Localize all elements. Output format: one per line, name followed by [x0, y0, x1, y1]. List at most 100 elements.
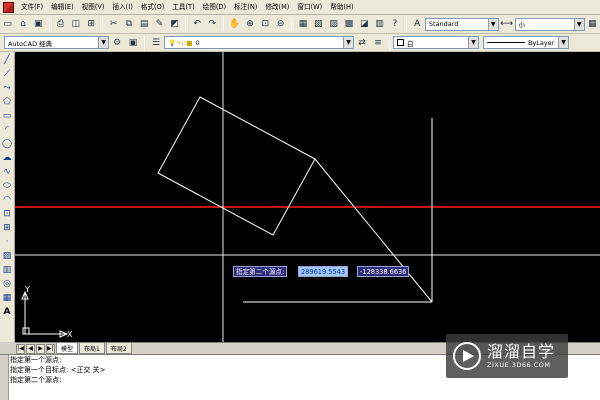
polygon-icon[interactable]: ⬠ — [1, 95, 14, 108]
menu-window[interactable]: 窗口(W) — [293, 0, 326, 15]
workspace-settings-icon[interactable]: ⚙ — [110, 36, 124, 50]
zoom-previous-icon[interactable]: ⊖ — [274, 17, 287, 31]
calculator-icon[interactable]: ▥ — [373, 17, 386, 31]
properties-icon[interactable]: ▦ — [296, 17, 309, 31]
print-icon[interactable]: ⎙ — [54, 17, 67, 31]
watermark-logo-icon — [453, 342, 481, 370]
chevron-down-icon[interactable]: ▼ — [468, 37, 478, 48]
separator — [223, 17, 225, 31]
menu-format[interactable]: 格式(O) — [137, 0, 169, 15]
last-tab-icon[interactable]: ▶| — [46, 343, 55, 354]
layer-manager-icon[interactable]: ☰ — [149, 36, 163, 50]
menu-draw[interactable]: 绘图(D) — [199, 0, 230, 15]
tab-layout1[interactable]: 布局1 — [79, 343, 105, 354]
separator — [389, 35, 390, 50]
open-file-icon[interactable]: ⌂ — [16, 17, 29, 31]
gradient-icon[interactable]: ▥ — [1, 263, 14, 276]
first-tab-icon[interactable]: |◀ — [16, 343, 25, 354]
dynamic-input-y-field[interactable]: -128338.6636 — [357, 266, 410, 277]
paste-icon[interactable]: ▤ — [138, 17, 151, 31]
ellipse-icon[interactable]: ⬭ — [1, 179, 14, 192]
dim-style-dropdown[interactable]: 小 ▼ — [514, 17, 585, 31]
menu-tools[interactable]: 工具(T) — [168, 0, 198, 15]
match-properties-icon[interactable]: ✎ — [153, 17, 166, 31]
layer-previous-icon[interactable]: ≡ — [371, 36, 385, 50]
separator — [48, 17, 50, 31]
redo-icon[interactable]: ↷ — [206, 17, 219, 31]
chevron-down-icon[interactable]: ▼ — [558, 37, 568, 48]
multiline-text-icon[interactable]: A — [1, 305, 14, 318]
rotated-rectangle[interactable] — [157, 96, 316, 236]
publish-icon[interactable]: ⊞ — [85, 17, 98, 31]
watermark-text: 溜溜自学 ZIXUE.3D66.COM — [487, 343, 555, 370]
standard-toolbar: ▭ ⌂ ▣ ⎙ ◫ ⊞ ✂ ⧉ ▤ ✎ ◩ ↶ ↷ ✋ ⊕ ⊡ ⊖ ▦ ▧ ▨ … — [0, 15, 600, 34]
color-dropdown[interactable]: 白 ▼ — [393, 36, 479, 49]
autocad-app-icon[interactable] — [3, 1, 14, 13]
revision-cloud-icon[interactable]: ☁ — [1, 151, 14, 164]
separator — [144, 35, 145, 50]
menu-view[interactable]: 视图(V) — [78, 0, 109, 15]
region-icon[interactable]: ◎ — [1, 277, 14, 290]
block-editor-icon[interactable]: ◩ — [168, 17, 181, 31]
cut-icon[interactable]: ✂ — [107, 17, 120, 31]
linetype-dropdown[interactable]: ByLayer ▼ — [483, 36, 569, 49]
dim-style-value: 小 — [518, 21, 526, 29]
spline-icon[interactable]: ∿ — [1, 165, 14, 178]
help-icon[interactable]: ? — [388, 17, 401, 31]
ellipse-arc-icon[interactable]: ◠ — [1, 193, 14, 206]
dynamic-input-x-field[interactable]: 289619.5543 — [298, 266, 349, 277]
dim-style-icon: ⟷ — [500, 19, 514, 29]
make-current-layer-icon[interactable]: ⇄ — [355, 36, 369, 50]
layers-toolbar: AutoCAD 经典 ▼ ⚙ ▣ ☰ 💡☼▫■ 0 ▼ ⇄ ≡ 白 ▼ ByLa… — [0, 34, 600, 52]
circle-icon[interactable]: ◯ — [1, 137, 14, 150]
hatch-icon[interactable]: ▨ — [1, 249, 14, 262]
command-window-scrollbar[interactable] — [0, 355, 9, 400]
linetype-value: ByLayer — [528, 38, 555, 47]
chevron-down-icon[interactable]: ▼ — [98, 37, 108, 48]
design-center-icon[interactable]: ▧ — [312, 17, 325, 31]
watermark-url: ZIXUE.3D66.COM — [487, 361, 551, 369]
previous-tab-icon[interactable]: ◀ — [26, 343, 35, 354]
tab-model[interactable]: 模型 — [56, 343, 79, 354]
workspace-save-icon[interactable]: ▣ — [126, 36, 140, 50]
color-swatch — [397, 39, 404, 46]
layer-dropdown[interactable]: 💡☼▫■ 0 ▼ — [164, 36, 354, 49]
arc-icon[interactable]: ◜ — [1, 123, 14, 136]
zoom-realtime-icon[interactable]: ⊕ — [243, 17, 256, 31]
insert-block-icon[interactable]: ⊡ — [1, 207, 14, 220]
menu-edit[interactable]: 编辑(E) — [47, 0, 78, 15]
chevron-down-icon[interactable]: ▼ — [573, 18, 584, 30]
separator — [291, 17, 293, 31]
line-icon[interactable]: ╱ — [1, 53, 14, 66]
pan-icon[interactable]: ✋ — [228, 17, 241, 31]
polyline-icon[interactable]: ⤳ — [1, 81, 14, 94]
workspace-dropdown[interactable]: AutoCAD 经典 ▼ — [4, 36, 109, 49]
construction-line-icon[interactable]: ⟋ — [1, 67, 14, 80]
separator — [185, 17, 187, 31]
markup-icon[interactable]: ◪ — [358, 17, 371, 31]
chevron-down-icon[interactable]: ▼ — [487, 18, 498, 30]
menu-insert[interactable]: 插入(I) — [108, 0, 136, 15]
rectangle-icon[interactable]: ▭ — [1, 109, 14, 122]
menu-modify[interactable]: 修改(M) — [261, 0, 293, 15]
print-preview-icon[interactable]: ◫ — [69, 17, 82, 31]
undo-icon[interactable]: ↶ — [190, 17, 203, 31]
text-style-dropdown[interactable]: Standard ▼ — [424, 17, 499, 31]
next-tab-icon[interactable]: ▶ — [36, 343, 45, 354]
drawing-canvas[interactable]: Y X 指定第二个源点: 289619.5543 -128338.6636 — [15, 52, 600, 342]
chevron-down-icon[interactable]: ▼ — [343, 37, 353, 48]
tool-palettes-icon[interactable]: ▨ — [327, 17, 340, 31]
new-file-icon[interactable]: ▭ — [1, 17, 14, 31]
make-block-icon[interactable]: ⊞ — [1, 221, 14, 234]
save-icon[interactable]: ▣ — [32, 17, 45, 31]
zoom-window-icon[interactable]: ⊡ — [259, 17, 272, 31]
menu-file[interactable]: 文件(F) — [17, 0, 47, 15]
tab-layout2[interactable]: 布局2 — [105, 343, 132, 354]
table-icon[interactable]: ▦ — [1, 291, 14, 304]
diagonal-line[interactable] — [314, 158, 433, 303]
sheet-set-icon[interactable]: ▩ — [342, 17, 355, 31]
copy-icon[interactable]: ⧉ — [122, 17, 135, 31]
menu-help[interactable]: 帮助(H) — [326, 0, 357, 15]
menu-dimension[interactable]: 标注(N) — [230, 0, 261, 15]
point-icon[interactable]: · — [1, 235, 14, 248]
